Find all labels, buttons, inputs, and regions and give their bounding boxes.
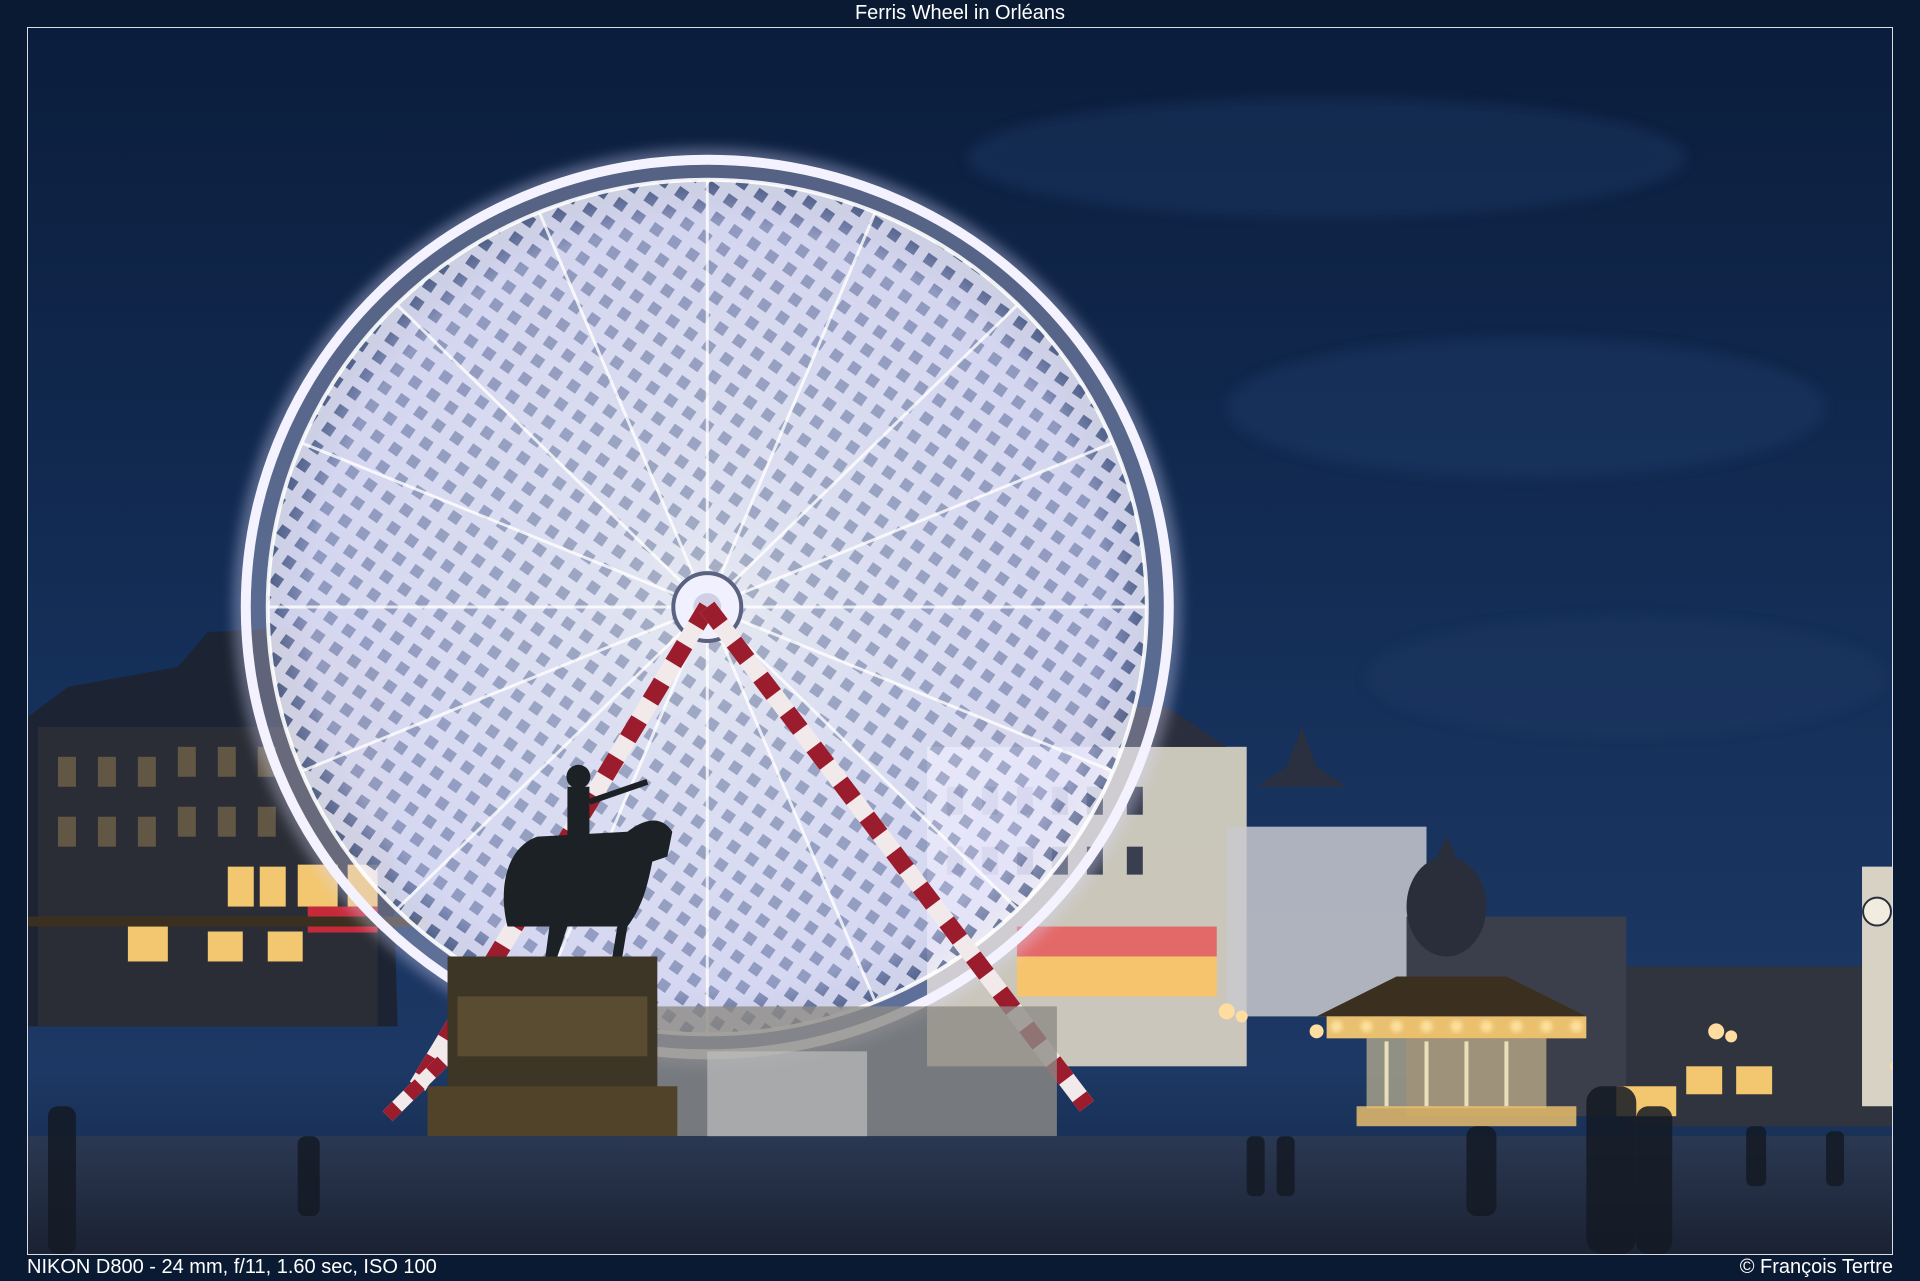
photo-image: [28, 28, 1892, 1254]
photo-title: Ferris Wheel in Orléans: [854, 2, 1066, 24]
copyright: © François Tertre: [1739, 1256, 1893, 1278]
photo: [27, 27, 1893, 1255]
camera-info: NIKON D800 - 24 mm, f/11, 1.60 sec, ISO …: [27, 1256, 437, 1278]
